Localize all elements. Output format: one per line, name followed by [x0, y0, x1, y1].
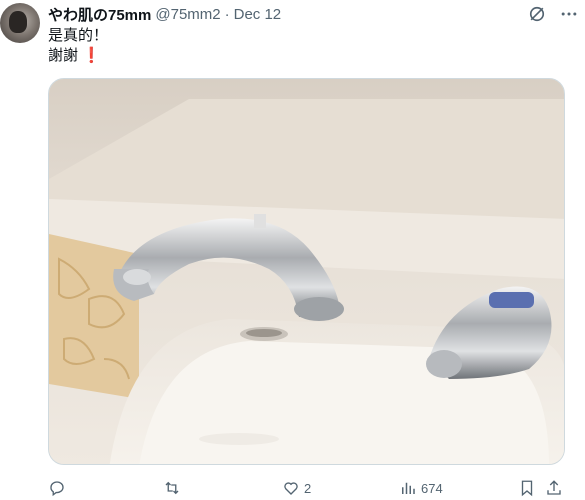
- avatar[interactable]: [0, 3, 40, 43]
- reply-icon: [50, 481, 64, 497]
- views-button[interactable]: 674: [399, 476, 443, 500]
- author-name[interactable]: やわ肌の75mm: [48, 4, 151, 25]
- tweet: やわ肌の75mm @75mm2 · Dec 12 是真的！ 謝謝 ❗ 2 674: [0, 0, 585, 500]
- tweet-text: 是真的！ 謝謝 ❗: [48, 26, 108, 66]
- tweet-text-line-2-content: 謝謝 ❗: [48, 47, 101, 64]
- like-button[interactable]: 2: [282, 476, 311, 500]
- bookmark-button[interactable]: [518, 476, 536, 500]
- author-handle[interactable]: @75mm2: [155, 6, 220, 23]
- separator: ·: [224, 5, 230, 23]
- views-count: 674: [421, 480, 443, 496]
- action-bar: 2 674: [48, 476, 568, 500]
- retweet-button[interactable]: [163, 476, 185, 500]
- avatar-figure: [9, 11, 27, 33]
- grok-icon[interactable]: [527, 4, 547, 24]
- bookmark-icon: [521, 480, 533, 497]
- heart-icon: [284, 482, 298, 495]
- tweet-text-line-1: 是真的！: [48, 27, 109, 44]
- like-count: 2: [304, 480, 312, 496]
- reply-button[interactable]: [48, 476, 70, 500]
- tweet-header: やわ肌の75mm @75mm2 · Dec 12: [48, 4, 565, 24]
- photo-of-sink-faucets: [49, 79, 564, 464]
- share-button[interactable]: [545, 476, 563, 500]
- share-icon: [547, 480, 561, 495]
- tweet-date[interactable]: Dec 12: [234, 6, 282, 23]
- tweet-text-line-2: 謝謝 ❗: [48, 46, 108, 66]
- more-icon[interactable]: [559, 4, 579, 24]
- retweet-icon: [165, 481, 179, 495]
- tweet-image[interactable]: [48, 78, 565, 465]
- views-icon: [402, 482, 415, 494]
